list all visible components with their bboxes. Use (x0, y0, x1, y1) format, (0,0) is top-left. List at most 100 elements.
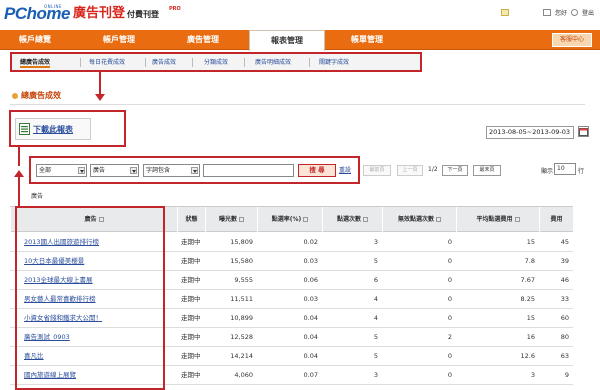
table-cell: 0.07 (303, 371, 318, 379)
table-cell: 12.6 (520, 352, 535, 360)
sort-icon (303, 217, 309, 222)
logo-title: 廣告刊登 (72, 6, 125, 21)
table-cell: 7.67 (520, 276, 535, 284)
home-icon[interactable] (542, 9, 551, 16)
logout-link[interactable]: 登出 (582, 8, 594, 17)
table-cell: 3 (373, 238, 378, 246)
table-cell: 63 (560, 352, 569, 360)
table-cell: 9,555 (234, 276, 253, 284)
subnav-ad-detail[interactable]: 廣告明細成效 (255, 57, 291, 68)
table-cell: 45 (560, 238, 569, 246)
table-cell: 10,899 (230, 314, 253, 322)
table-cell: 5 (373, 352, 378, 360)
table-cell: 15 (526, 238, 535, 246)
table-cell: 15 (526, 314, 535, 322)
table-cell: 走期中 (181, 295, 201, 303)
last-page-button[interactable]: 最末頁 (473, 165, 501, 176)
nav-billing-management[interactable]: 帳單管理 (332, 30, 402, 50)
col-status[interactable]: 狀態 (177, 207, 205, 233)
table-cell: 4,060 (234, 371, 253, 379)
table-cell: 46 (560, 276, 569, 284)
annotation-arrow-line (18, 176, 20, 206)
col-cost[interactable]: 費用 (539, 207, 573, 233)
subnav-category-performance[interactable]: 分類成效 (204, 57, 228, 68)
logo[interactable]: PChome ONLINE 廣告刊登 PRO 付費刊登 (4, 4, 181, 23)
reset-link[interactable]: 重設 (339, 165, 351, 174)
report-subnav: 總廣告成效 每日花費成效 廣告成效 分類成效 廣告明細成效 關鍵字成效 (10, 52, 422, 72)
filter-bar: 全部 廣告 字詞包含 搜 尋 (29, 156, 360, 184)
chevron-down-icon (78, 167, 85, 174)
table-cell: 走期中 (181, 314, 201, 322)
table-cell: 15,809 (230, 238, 253, 246)
download-report-label: 下載此報表 (33, 124, 73, 134)
nav-account-overview[interactable]: 帳戶總覽 (0, 30, 70, 50)
page-info: 1/2 (428, 166, 438, 173)
subnav-total-ad-performance[interactable]: 總廣告成效 (20, 57, 51, 68)
table-cell: 15,580 (230, 257, 253, 265)
type-select[interactable]: 廣告 (90, 164, 139, 177)
status-select[interactable]: 全部 (36, 164, 87, 177)
table-cell: 12,528 (230, 333, 253, 341)
table-cell: 走期中 (181, 238, 201, 246)
col-ctr[interactable]: 點選率(%) (257, 207, 322, 233)
search-button[interactable]: 搜 尋 (298, 164, 336, 177)
nav-account-management[interactable]: 帳戶管理 (84, 30, 154, 50)
table-cell: 7.8 (524, 257, 535, 265)
divider (10, 104, 585, 105)
table-cell: 走期中 (181, 333, 201, 341)
show-label: 顯示 (541, 168, 554, 175)
col-invalid-clicks[interactable]: 無效點選次數 (382, 207, 456, 233)
next-page-button[interactable]: 下一頁 (442, 165, 468, 176)
main-nav: 帳戶總覽 帳戶管理 廣告管理 報表管理 帳單管理 客服中心 (0, 30, 600, 51)
table-cell: 5 (373, 257, 378, 265)
nav-ad-management[interactable]: 廣告管理 (168, 30, 238, 50)
prev-page-button[interactable]: 上一頁 (397, 165, 423, 176)
subnav-keyword-performance[interactable]: 關鍵字成效 (319, 57, 349, 68)
table-cell: 0 (447, 371, 452, 379)
subnav-ad-performance[interactable]: 廣告成效 (152, 57, 176, 68)
download-report-button[interactable]: 下載此報表 (15, 118, 91, 140)
date-range-field[interactable]: 2013-08-05~2013-09-03 (486, 126, 574, 139)
table-cell: 8.25 (520, 295, 535, 303)
table-cell: 走期中 (181, 371, 201, 379)
logo-online: ONLINE (44, 4, 63, 9)
table-cell: 0 (447, 257, 452, 265)
chevron-down-icon (191, 167, 198, 174)
table-cell: 0.04 (303, 314, 318, 322)
header-user-area: 您好 登出 (500, 8, 594, 17)
table-cell: 0.06 (303, 276, 318, 284)
table-cell: 0.03 (303, 257, 318, 265)
table-cell: 0 (447, 295, 452, 303)
table-cell: 0.04 (303, 352, 318, 360)
table-cell: 6 (373, 276, 378, 284)
annotation-arrow-head (95, 94, 105, 101)
sort-icon (363, 217, 368, 222)
customer-service-button[interactable]: 客服中心 (552, 33, 592, 47)
settings-icon[interactable] (570, 9, 578, 16)
table-cell: 0 (447, 314, 452, 322)
search-input[interactable] (203, 164, 294, 177)
table-caption: 廣告 (31, 193, 44, 200)
table-cell: 4 (373, 295, 378, 303)
subnav-daily-spend[interactable]: 每日花費成效 (89, 57, 125, 68)
table-cell: 5 (373, 333, 378, 341)
table-cell: 3 (530, 371, 535, 379)
rows-per-page-select[interactable]: 10 (554, 163, 576, 175)
ad-column-highlight (15, 206, 165, 390)
rows-label: 行 (578, 168, 585, 175)
match-select[interactable]: 字詞包含 (143, 164, 200, 177)
user-greeting: 您好 (554, 10, 567, 17)
table-cell: 60 (560, 314, 569, 322)
chevron-down-icon (130, 167, 137, 174)
col-clicks[interactable]: 點選次數 (322, 207, 382, 233)
first-page-button[interactable]: 最前頁 (363, 165, 391, 176)
table-cell: 0 (447, 238, 452, 246)
col-avg-cpc[interactable]: 平均點選費用 (456, 207, 539, 233)
message-icon[interactable] (500, 9, 509, 16)
col-impressions[interactable]: 曝光數 (205, 207, 257, 233)
nav-report-management[interactable]: 報表管理 (249, 30, 325, 51)
table-cell: 走期中 (181, 257, 201, 265)
calendar-icon[interactable] (578, 126, 589, 137)
sort-icon (239, 217, 244, 222)
excel-icon (19, 123, 30, 135)
